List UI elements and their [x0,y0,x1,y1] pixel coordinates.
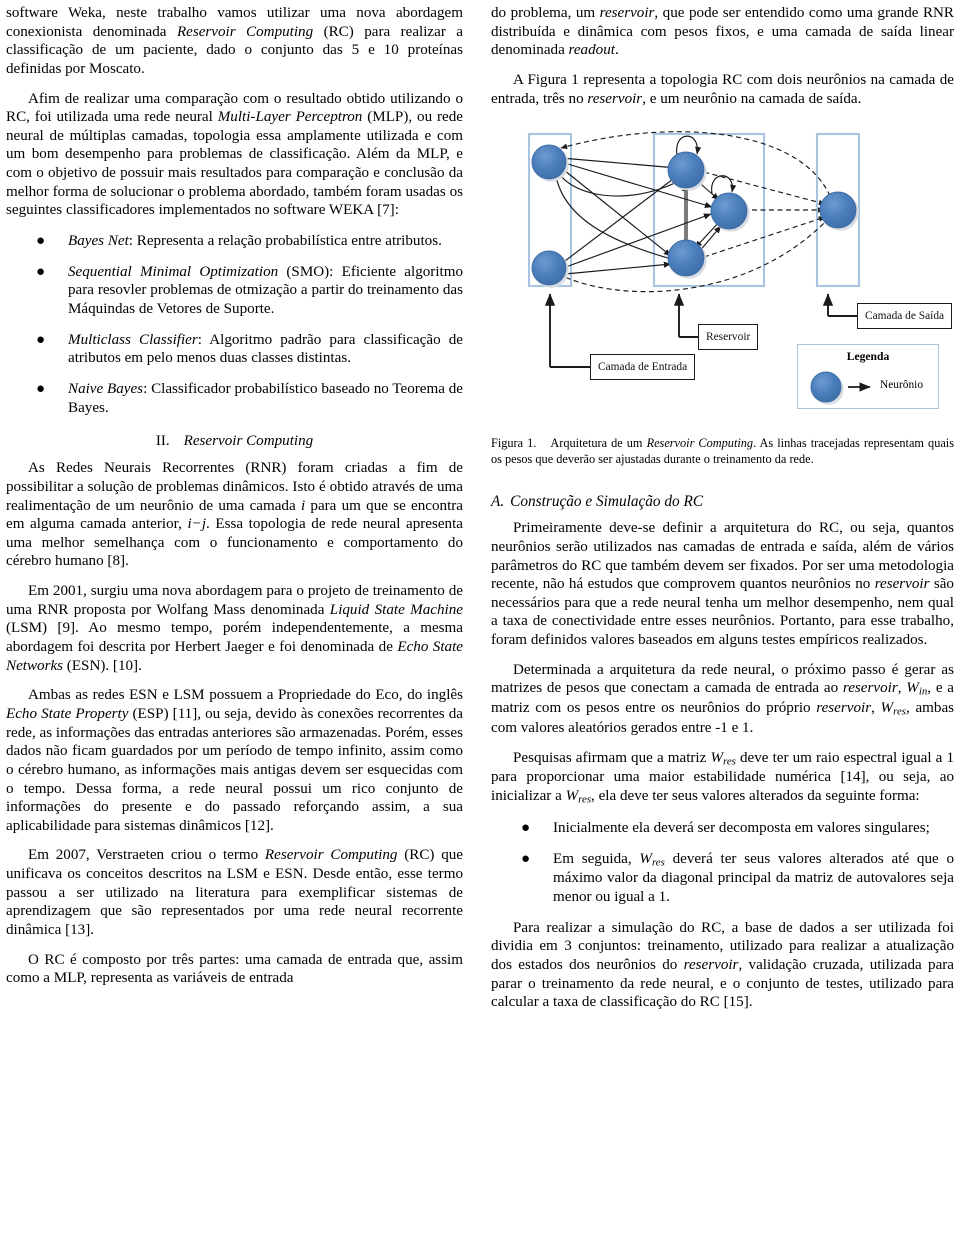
math-symbol: Wres [565,788,592,806]
list-item-text: : Representa a relação probabilística en… [128,233,442,250]
list-item-text: Inicialmente ela deverá ser decomposta e… [553,819,930,836]
paragraph-dataset-split: Para realizar a simulação do RC, a base … [491,919,954,1011]
italic-term: Multi-Layer Perceptron [217,109,363,126]
neuron-reservoir-1 [667,151,705,189]
neuron-reservoir-2 [710,192,748,230]
figure-label-output-layer: Camada de Saída [857,303,953,330]
paragraph-rnr: As Redes Neurais Recorrentes (RNR) foram… [6,460,464,570]
two-column-layout: software Weka, neste trabalho vamos util… [0,0,960,1245]
math-subscript: res [893,705,906,718]
neuron-output-1 [819,191,857,229]
italic-term: reservoir [874,576,930,593]
subsection-number: A. [491,492,505,510]
legend-neuron-icon [810,371,842,403]
paragraph-intro-continued: software Weka, neste trabalho vamos util… [6,5,463,77]
figure-legend: Legenda Neurônio [797,344,939,410]
italic-term: reservoir [587,90,643,107]
list-item: ● Multiclass Classifier: Algoritmo padrã… [6,331,463,368]
legend-item-label: Neurônio [880,379,924,392]
list-item-term: Multiclass Classifier [68,331,198,348]
figure-label-input-layer: Camada de Entrada [590,354,696,381]
bullet-icon: ● [36,233,46,250]
list-item: ● Sequential Minimal Optimization (SMO):… [6,263,463,319]
bullet-icon: ● [521,819,531,836]
matrix-steps-list: ● Inicialmente ela deverá ser decomposta… [491,819,954,907]
right-column: do problema, um reservoir, que pode ser … [491,4,954,1245]
math-symbol: i [300,497,306,514]
math-symbol: Wres [880,700,906,718]
section-title: Reservoir Computing [183,433,314,450]
italic-term: Reservoir Computing [264,847,398,864]
math-subscript: res [578,793,592,806]
italic-term: reservoir [683,956,739,973]
list-item-body: Sequential Minimal Optimization (SMO): E… [68,264,463,317]
list-item-term: Naive Bayes [68,380,144,397]
figure-caption: Figura 1. Arquitetura de um Reservoir Com… [491,436,954,467]
neuron-reservoir-3 [667,239,705,277]
figure-label-reservoir: Reservoir [698,324,759,351]
figure-1: Camada de Entrada Reservoir Camada de Sa… [491,122,954,467]
math-symbol: Wres [639,850,665,868]
bullet-icon: ● [521,850,531,867]
paper-page: software Weka, neste trabalho vamos util… [0,0,960,1245]
figure-caption-text: Arquitetura de um Reservoir Computing. A… [491,436,954,466]
paragraph-architecture-definition: Primeiramente deve-se definir a arquitet… [491,520,954,649]
input-layer-label: Camada de Entrada [598,361,688,374]
list-item: ● Bayes Net: Representa a relação probab… [6,232,463,251]
list-item-term: Bayes Net [68,233,129,250]
legend-graphics [810,371,871,403]
paragraph-spectral-radius: Pesquisas afirmam que a matriz Wres deve… [491,749,954,806]
math-subscript: res [723,755,736,768]
section-number: II. [155,433,170,450]
paragraph-echo-state-property: Ambas as redes ESN e LSM possuem a Propr… [6,687,464,834]
output-layer-label: Camada de Saída [865,310,945,323]
figure-canvas: Camada de Entrada Reservoir Camada de Sa… [499,122,953,422]
subsection-title: Construção e Simulação do RC [510,492,704,510]
list-item: ● Naive Bayes: Classificador probabilíst… [6,380,463,417]
math-symbol: Win [906,680,928,698]
neuron-input-1 [531,144,567,180]
math-symbol: Wres [710,749,736,768]
figure-caption-label: Figura 1. [491,436,537,451]
math-symbol: i−j [187,516,207,533]
paragraph-rc-three-parts: O RC é composto por três partes: uma cam… [6,951,463,987]
italic-term: reservoir [816,700,872,717]
list-item-body: Naive Bayes: Classificador probabilístic… [68,381,463,416]
italic-term: reservoir [599,5,655,21]
italic-term: Reservoir Computing [646,436,754,451]
paragraph-verstraeten: Em 2007, Verstraeten criou o termo Reser… [6,847,463,939]
list-item-body: Multiclass Classifier: Algoritmo padrão … [68,332,463,367]
neurons [531,144,857,286]
left-column: software Weka, neste trabalho vamos util… [6,4,463,1245]
paragraph-weight-matrices: Determinada a arquitetura da rede neural… [491,661,955,737]
math-subscript: in [918,685,928,698]
italic-term: reservoir [842,680,898,697]
italic-term: Liquid State Machine [329,601,463,618]
section-heading-reservoir-computing: II. Reservoir Computing [6,432,463,450]
paragraph-readout: do problema, um reservoir, que pode ser … [491,5,954,59]
list-item-body: Bayes Net: Representa a relação probabil… [68,233,442,249]
list-item-term: Sequential Minimal Optimization [68,263,279,280]
paragraph-lsm-esn: Em 2001, surgiu uma nova abordagem para … [6,583,463,674]
reservoir-label: Reservoir [706,331,751,344]
subsection-heading-construcao: A. Construção e Simulação do RC [491,493,954,511]
paragraph-mlp-comparison: Afim de realizar uma comparação com o re… [6,90,463,219]
bullet-icon: ● [36,331,46,348]
neuron-input-2 [531,250,567,286]
classifier-list: ● Bayes Net: Representa a relação probab… [6,232,463,417]
bullet-icon: ● [36,380,46,397]
italic-term: readout [568,42,615,59]
italic-term: Echo State Networks [6,639,463,674]
paragraph-figure-reference: A Figura 1 representa a topologia RC com… [491,71,954,107]
italic-term: Reservoir Computing [176,23,314,40]
bullet-icon: ● [36,263,46,280]
list-item: ● Em seguida, Wres deverá ter seus valor… [491,850,954,907]
list-item-text: Em seguida, Wres deverá ter seus valores… [553,850,954,906]
italic-term: Echo State Property [6,705,129,722]
math-subscript: res [651,855,665,868]
list-item: ● Inicialmente ela deverá ser decomposta… [491,819,954,838]
solid-edges [549,135,737,275]
